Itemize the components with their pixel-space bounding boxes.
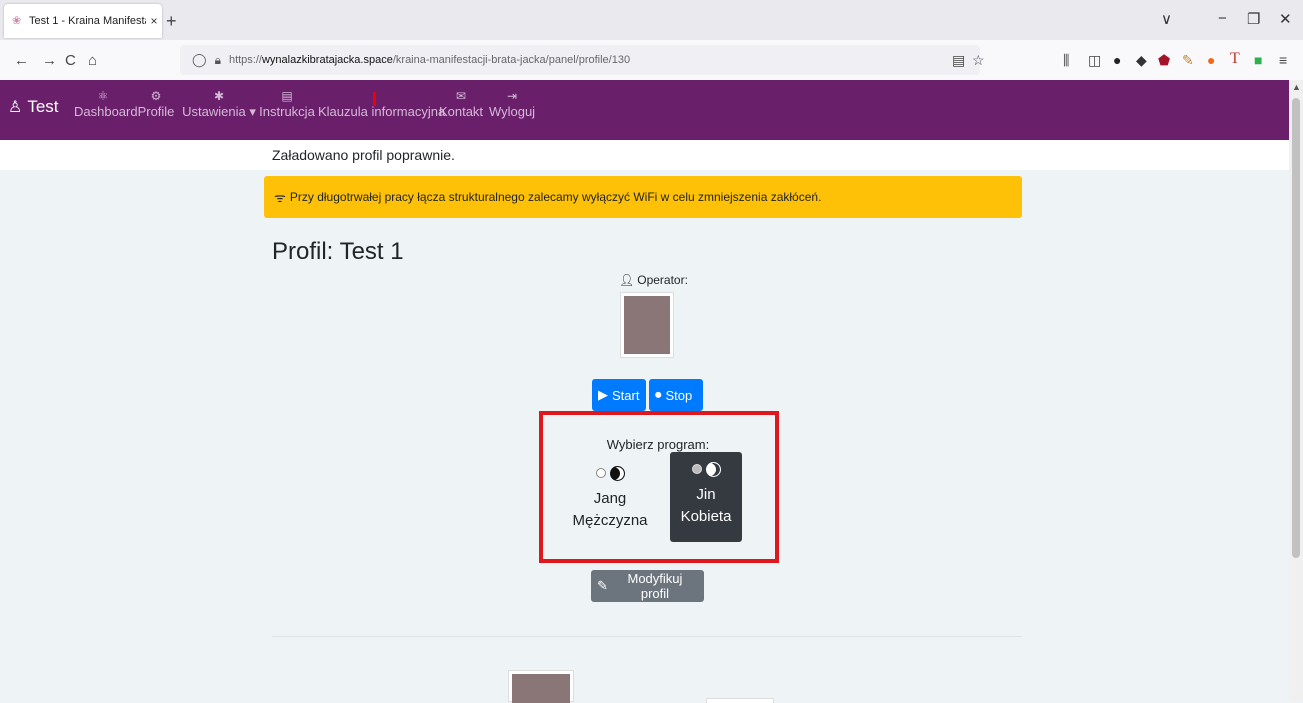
extension-puzzle-icon[interactable]: ✎ [1182,52,1194,69]
yin-yang-icon [609,465,625,481]
url-text: https://wynalazkibratajacka.space/kraina… [228,54,631,66]
divider [272,636,1022,637]
operator-label: 👤︎ Operator: [619,273,688,287]
reload-icon[interactable]: C [65,52,76,69]
browser-tab-bar [0,0,1303,40]
program-option-jang[interactable]: Jang Mężczyzna [567,456,653,542]
nav-instructions[interactable]: ▤ Instrukcja [259,88,315,119]
tab-close-icon[interactable]: × [146,14,162,28]
back-icon[interactable]: ← [14,52,29,69]
lock-icon[interactable]: 🔒︎ [215,53,221,68]
tab-list-icon[interactable]: ∨ [1161,10,1172,28]
program-label: Wybierz program: [606,437,710,452]
url-bar[interactable]: ◯ 🔒︎ https://wynalazkibratajacka.space/k… [180,45,980,75]
nav-logout[interactable]: ⇥ Wyloguj [487,88,537,119]
dashboard-icon: ⚛ [97,89,109,103]
user-icon: ♙ [8,99,23,116]
flash-bar [0,140,1289,170]
alert-text: Przy długotrwałej pracy łącza struktural… [289,190,822,204]
cogs-icon: ⚙ [150,89,162,103]
page-title: Profil: Test 1 [272,238,404,265]
minimize-icon[interactable]: − [1218,10,1227,27]
sidebar-icon[interactable]: ◫ [1088,52,1101,69]
envelope-icon: ✉ [455,89,467,103]
extension-paw-icon[interactable]: ◆ [1136,52,1147,69]
user-icon: 👤︎ [619,273,635,287]
logout-icon: ⇥ [506,89,518,103]
brand-link[interactable]: ♙ Test [8,97,59,117]
browser-tab[interactable]: ❀ Test 1 - Kraina Manifestacji Brat × [4,4,162,38]
home-icon[interactable]: ⌂ [88,52,97,69]
extension-n-icon[interactable]: ● [1113,52,1121,68]
partial-element [706,698,774,703]
nav-dashboard[interactable]: ⚛ Dashboard [74,88,138,119]
close-window-icon[interactable]: ✕ [1279,10,1292,28]
radio-jang[interactable] [595,468,606,479]
extension-green-icon[interactable]: ■ [1254,52,1262,68]
bookmark-star-icon[interactable]: ☆ [972,52,985,69]
page-scrollbar[interactable]: ▲ [1289,80,1303,702]
program-option-jin[interactable]: Jin Kobieta [670,452,742,542]
extension-o-icon[interactable]: ● [1207,52,1215,68]
wifi-alert: ᯤ Przy długotrwałej pracy łącza struktur… [264,176,1022,218]
nav-clause[interactable]: Klauzula informacyjna [318,88,445,119]
operator-photo [620,292,674,358]
yin-yang-icon [705,461,721,477]
ublock-icon[interactable]: ⬟ [1158,52,1170,69]
edit-icon: ✎ [597,578,608,593]
extension-t-icon[interactable]: T [1230,50,1240,68]
wifi-icon: ᯤ [274,190,286,205]
shield-icon[interactable]: ◯ [192,52,207,68]
nav-profile[interactable]: ⚙ Profile [135,88,177,119]
scroll-thumb[interactable] [1292,98,1300,558]
flash-message: Załadowano profil poprawnie. [272,147,455,163]
scroll-up-icon: ▲ [1292,82,1301,92]
reader-view-icon[interactable]: ▤ [952,52,965,69]
play-icon: ▶ [598,387,608,402]
new-tab-button[interactable]: + [166,11,177,32]
radio-jin[interactable] [691,464,702,475]
stop-circle-icon: ⏺︎ [655,387,662,402]
clause-icon [318,88,434,104]
second-photo [508,670,574,703]
modify-profile-button[interactable]: ✎ Modyfikuj profil [591,570,704,602]
menu-hamburger-icon[interactable]: ≡ [1279,52,1287,68]
favicon-icon: ❀ [12,15,22,27]
tab-title: Test 1 - Kraina Manifestacji Brat [29,15,146,27]
stop-button[interactable]: ⏺︎ Stop [649,379,703,411]
document-icon: ▤ [281,89,293,103]
start-button[interactable]: ▶ Start [592,379,646,411]
restore-icon[interactable]: ❐ [1247,10,1260,28]
library-icon[interactable]: ⫼ [1063,52,1069,69]
gear-icon: ✱ [213,89,225,103]
forward-icon[interactable]: → [42,52,57,69]
nav-settings[interactable]: ✱ Ustawienia ▾ [182,88,256,120]
nav-contact[interactable]: ✉ Kontakt [438,88,484,119]
notice-marker-icon [373,92,376,106]
